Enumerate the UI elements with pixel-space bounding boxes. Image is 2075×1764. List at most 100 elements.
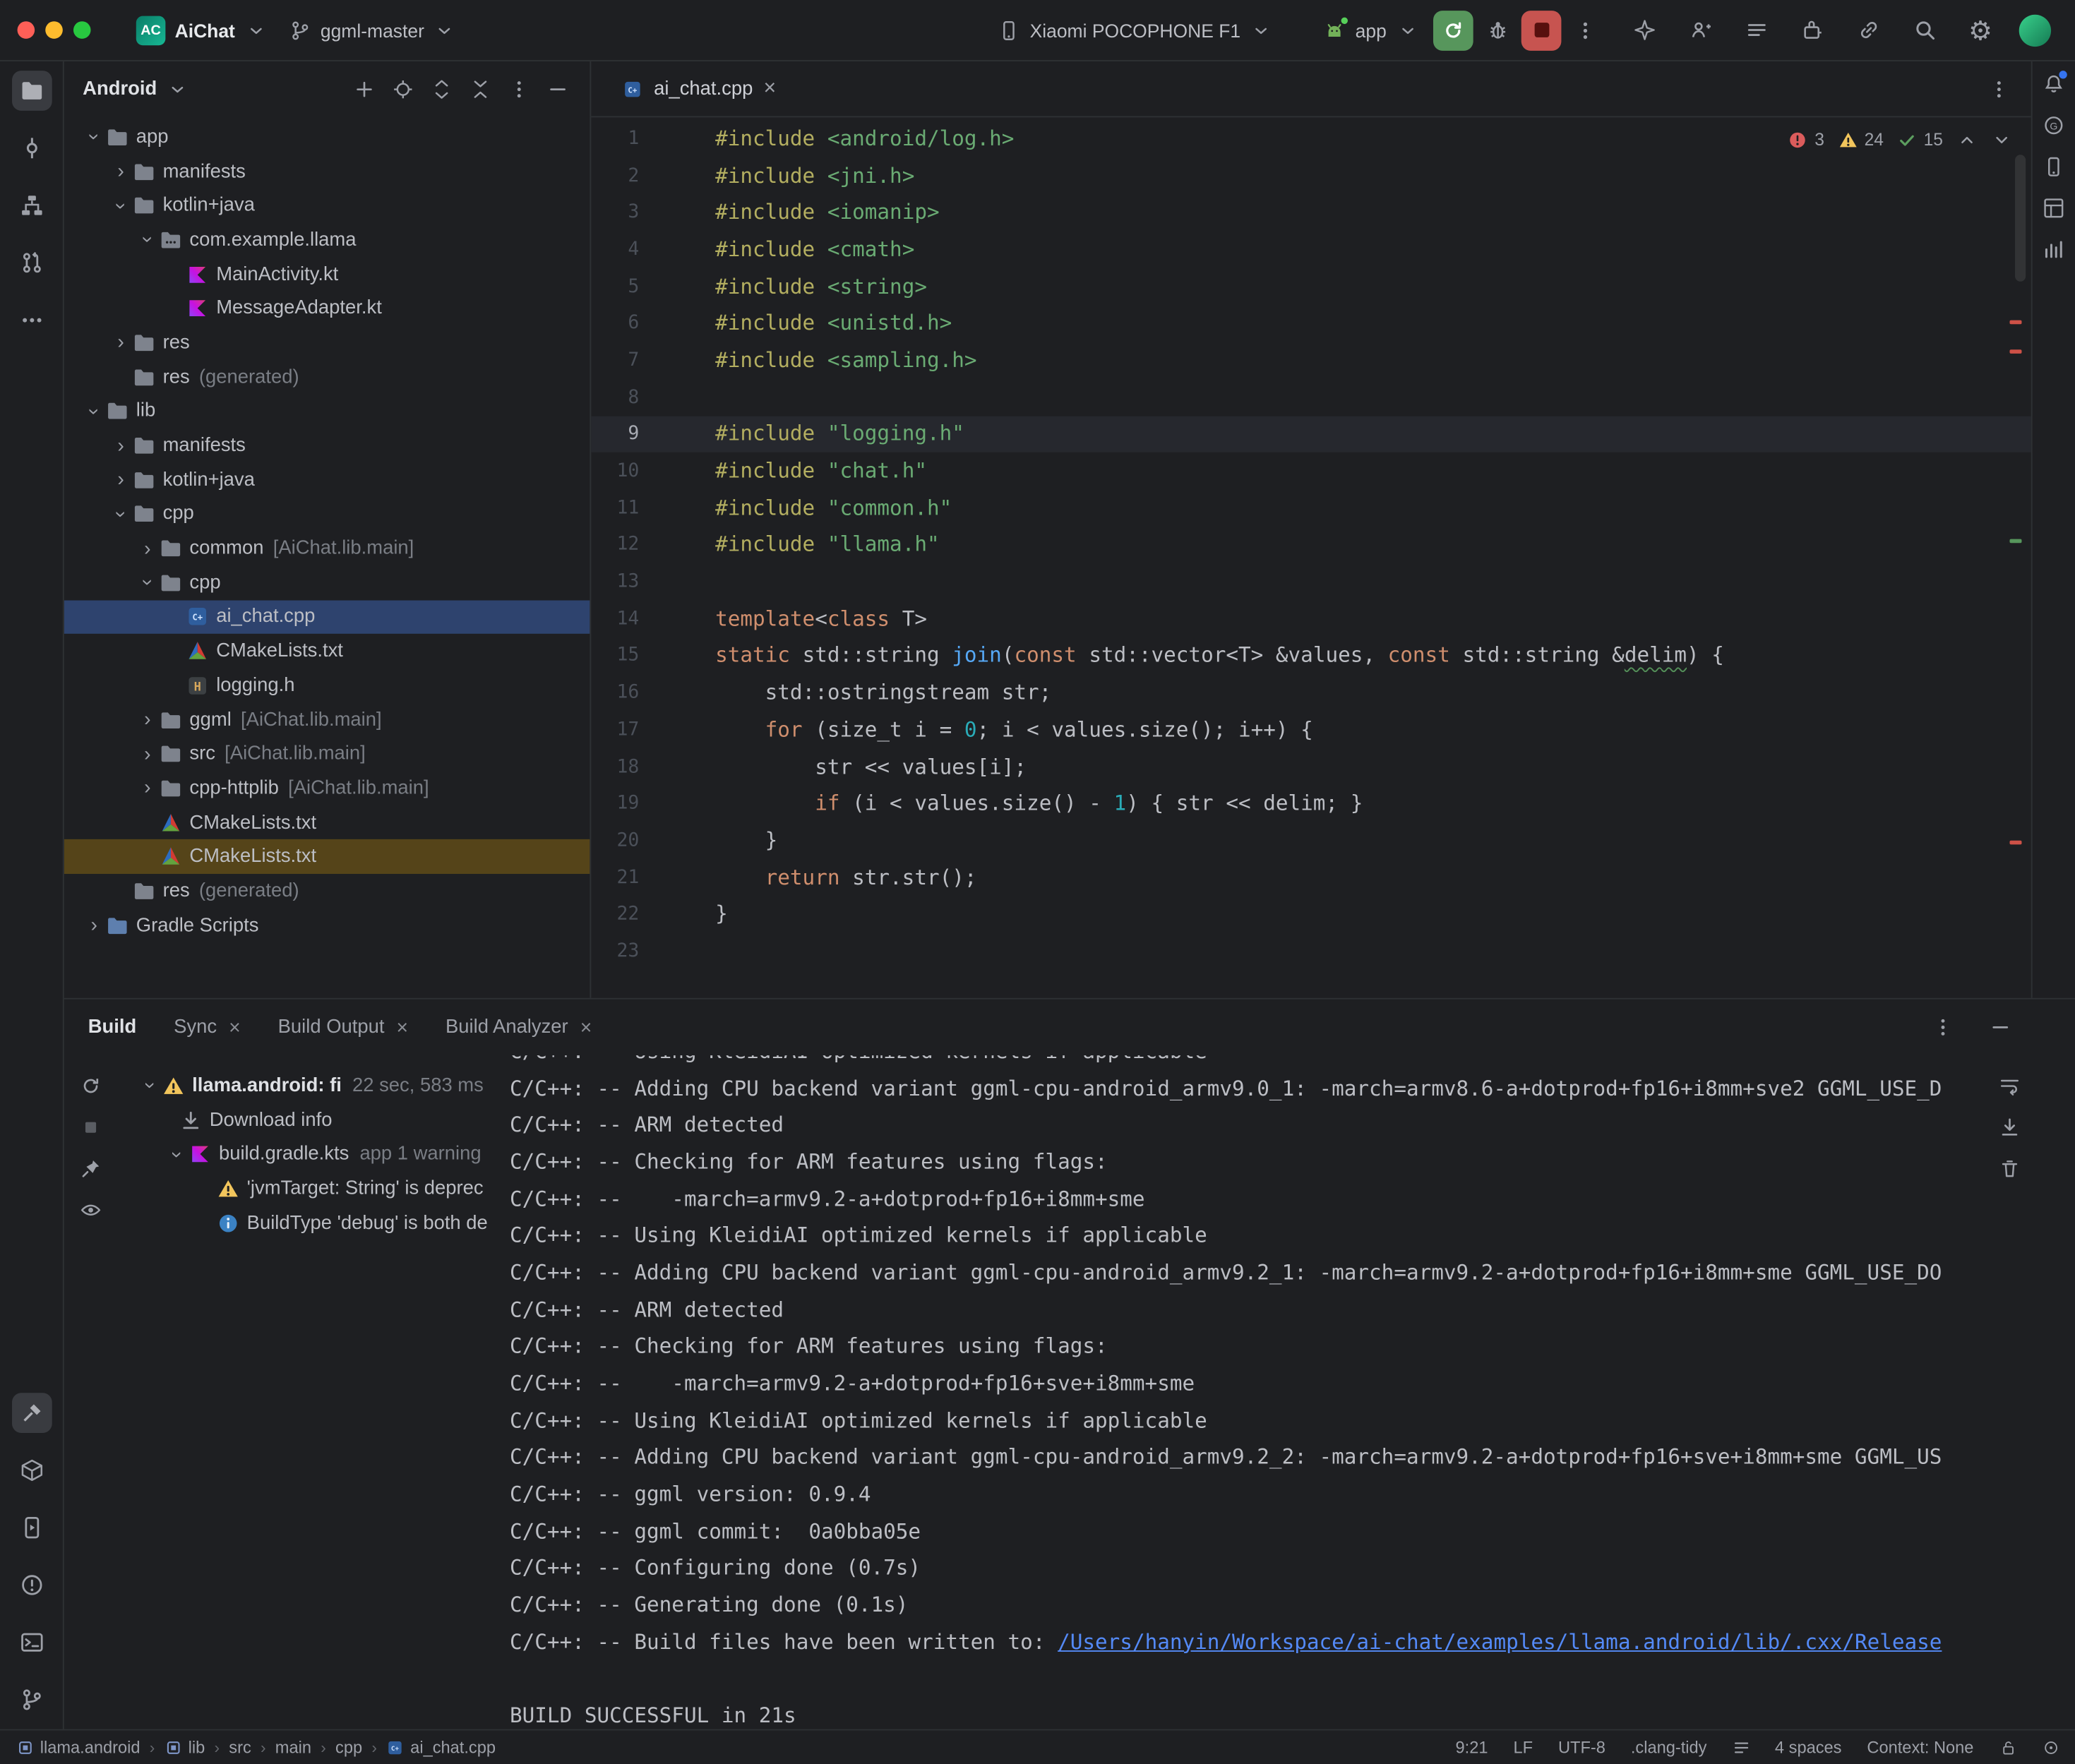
chevron-closed-icon[interactable]: › [136,710,159,730]
chevron-open-icon[interactable]: › [111,194,131,217]
project-tree-item-ggml[interactable]: ›ggml[AiChat.lib.main] [64,702,590,737]
device-manager-icon[interactable] [2043,155,2065,177]
project-tree-item-cpp[interactable]: ›cpp [64,497,590,532]
project-tree-item-src[interactable]: ›src[AiChat.lib.main] [64,737,590,772]
code-line[interactable]: 18 str << values[i]; [591,748,2031,785]
problems-tool-icon[interactable] [11,1565,52,1605]
todo-list-icon[interactable] [1736,10,1776,50]
collapse-all-icon[interactable] [468,78,491,101]
build-tree-node-jvmtarget-string-is-deprec[interactable]: 'jvmTarget: String' is deprec [117,1172,507,1206]
code-line[interactable]: 21 return str.str(); [591,859,2031,896]
chevron-open-icon[interactable]: › [138,571,157,594]
pin-tab-icon[interactable] [79,1157,102,1180]
chevron-closed-icon[interactable]: › [109,333,132,353]
breadcrumb-src[interactable]: src [229,1738,251,1756]
chevron-open-icon[interactable]: › [138,229,157,251]
code-line[interactable]: 10#include "chat.h" [591,452,2031,489]
code-line[interactable]: 8 [591,378,2031,415]
select-opened-file-icon[interactable] [391,78,414,101]
notifications-icon[interactable] [2043,72,2065,95]
ai-assistant-icon[interactable] [1624,10,1664,50]
project-view-selector[interactable]: Android [83,79,157,100]
close-tab-icon[interactable]: × [763,78,776,100]
share-link-icon[interactable] [1848,10,1889,50]
editor-options-icon[interactable] [1987,78,2009,100]
chevron-closed-icon[interactable]: › [136,744,159,764]
tab-ai-chat-cpp[interactable]: C+ ai_chat.cpp × [607,61,789,116]
chevron-closed-icon[interactable]: › [109,162,132,181]
rerun-build-icon[interactable] [79,1074,102,1097]
rerun-button[interactable] [1433,10,1473,50]
code-line[interactable]: 22} [591,896,2031,932]
code-line[interactable]: 5#include <string> [591,268,2031,304]
chevron-closed-icon[interactable]: › [136,779,159,798]
code-line[interactable]: 2#include <jni.h> [591,157,2031,193]
project-tree-item-cpp-httplib[interactable]: ›cpp-httplib[AiChat.lib.main] [64,772,590,806]
show-execution-options-icon[interactable] [79,1198,102,1220]
build-tree-node-download-info[interactable]: Download info [117,1103,507,1138]
layout-inspector-icon[interactable] [2043,196,2065,219]
code-line[interactable]: 13 [591,563,2031,600]
code-line[interactable]: 6#include <unistd.h> [591,305,2031,342]
chevron-closed-icon[interactable]: › [136,539,159,558]
more-tool-windows-icon[interactable] [11,300,52,340]
stop-build-icon[interactable] [79,1115,102,1138]
device-selector[interactable]: Xiaomi POCOPHONE F1 [987,12,1283,48]
stop-button[interactable] [1521,10,1562,50]
project-widget[interactable]: AC AiChat [126,8,278,51]
build-console[interactable]: C/C++: -- Using KleidiAI optimized kerne… [507,1055,1987,1729]
passed-count[interactable]: 15 [1896,128,1943,150]
terminal-tool-icon[interactable] [11,1622,52,1662]
close-tab-icon[interactable]: × [397,1017,409,1037]
settings-icon[interactable]: ⚙ [1961,10,2001,50]
code-line[interactable]: 11#include "common.h" [591,489,2031,526]
close-window-button[interactable] [18,21,35,39]
breadcrumb-llama-android[interactable]: llama.android [16,1738,140,1756]
run-context[interactable]: Context: None [1867,1738,1973,1756]
build-tab-sync[interactable]: Sync× [174,1016,241,1038]
build-tree-node-build-gradle-kts[interactable]: ›build.gradle.ktsapp 1 warning [117,1137,507,1172]
breadcrumb-main[interactable]: main [275,1738,311,1756]
pull-requests-tool-icon[interactable] [11,243,52,283]
inspection-status-icon[interactable] [2042,1739,2059,1756]
chevron-open-icon[interactable]: › [84,126,104,148]
project-tree-item-cmakelists-txt[interactable]: CMakeLists.txt [64,840,590,875]
project-tree-item-logging-h[interactable]: Hlogging.h [64,668,590,703]
project-tree-item-cmakelists-txt[interactable]: CMakeLists.txt [64,634,590,668]
project-tree-item-mainactivity-kt[interactable]: MainActivity.kt [64,257,590,292]
build-tool-icon[interactable] [11,1393,52,1433]
chevron-closed-icon[interactable]: › [83,916,105,935]
hide-panel-icon[interactable] [546,78,568,101]
debug-button[interactable] [1477,10,1517,50]
more-run-actions-icon[interactable] [1565,10,1605,50]
code-line[interactable]: 12#include "llama.h" [591,527,2031,563]
close-tab-icon[interactable]: × [580,1017,592,1037]
project-tree-item-ai-chat-cpp[interactable]: C+ai_chat.cpp [64,600,590,635]
code-with-me-icon[interactable] [1680,10,1721,50]
unlock-icon[interactable] [1999,1739,2016,1756]
expand-all-icon[interactable] [430,78,453,101]
code-line[interactable]: 14template<class T> [591,600,2031,637]
project-tool-icon[interactable] [11,71,52,111]
breadcrumb-lib[interactable]: lib [165,1738,205,1756]
code-line[interactable]: 4#include <cmath> [591,231,2031,268]
project-tree-item-cmakelists-txt[interactable]: CMakeLists.txt [64,805,590,840]
panel-options-icon[interactable] [507,78,530,101]
project-tree-item-cpp[interactable]: ›cpp [64,565,590,600]
chevron-open-icon[interactable]: › [167,1143,186,1165]
project-tree-item-kotlin-java[interactable]: ›kotlin+java [64,188,590,223]
code-line[interactable]: 9#include "logging.h" [591,416,2031,452]
add-icon[interactable] [352,78,375,101]
inspections-widget[interactable]: 3 24 15 [1787,128,2013,150]
chevron-closed-icon[interactable]: › [109,470,132,490]
profile-avatar[interactable] [2019,14,2051,46]
code-line[interactable]: 15static std::string join(const std::vec… [591,637,2031,674]
project-tree-item-messageadapter-kt[interactable]: MessageAdapter.kt [64,292,590,326]
run-config-selector[interactable]: app [1312,12,1429,48]
indent-config[interactable]: 4 spaces [1775,1738,1842,1756]
error-stripe-mark[interactable] [2009,320,2021,325]
project-tree-item-res[interactable]: res(generated) [64,360,590,395]
breadcrumb-ai-chat-cpp[interactable]: C+ai_chat.cpp [386,1738,496,1756]
build-options-icon[interactable] [1931,1016,1954,1038]
build-tab-build[interactable]: Build [88,1016,137,1038]
